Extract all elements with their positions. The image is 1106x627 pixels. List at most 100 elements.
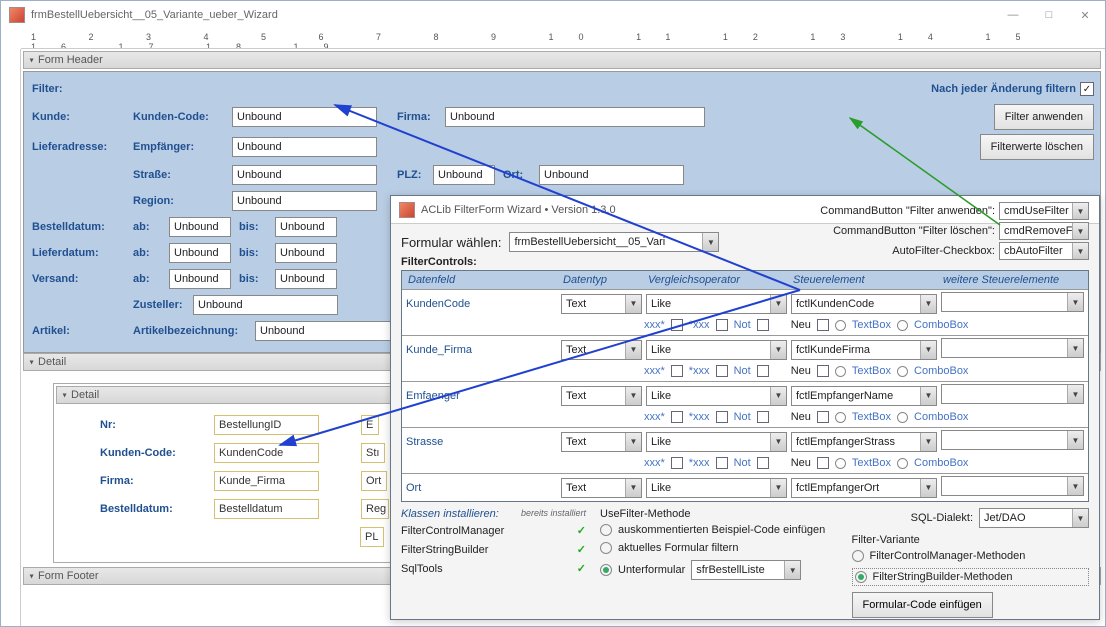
combobox-radio[interactable] <box>897 458 908 469</box>
insert-code-button[interactable]: Formular-Code einfügen <box>852 592 993 618</box>
operator-combo[interactable]: Like▼ <box>646 478 787 498</box>
usefilter-opt2-radio[interactable] <box>600 542 612 554</box>
datentyp-combo[interactable]: Text▼ <box>561 294 642 314</box>
textbox-radio[interactable] <box>835 458 846 469</box>
steuerelement-combo[interactable]: fctlKundeFirma▼ <box>791 340 937 360</box>
datentyp-combo[interactable]: Text▼ <box>561 478 642 498</box>
neu-check[interactable] <box>817 365 829 377</box>
region-label: Region: <box>131 193 226 209</box>
minimize-button[interactable]: — <box>1001 9 1025 22</box>
table-row: Text▼ Like▼ fctlEmpfangerOrt▼ ▼ <box>402 473 1088 501</box>
row-options: xxx* *xxx Not Neu TextBox ComboBox <box>402 455 1088 473</box>
datenfeld-input[interactable] <box>406 482 557 494</box>
wizard-icon <box>399 202 415 218</box>
xxx-star-check[interactable] <box>671 319 683 331</box>
cmd-usefilter-combo[interactable]: cmdUseFilter▼ <box>999 202 1089 220</box>
variant-opt2-radio[interactable] <box>855 571 867 583</box>
klasse-item: FilterStringBuilder✓ <box>401 543 586 556</box>
operator-combo[interactable]: Like▼ <box>646 294 787 314</box>
zusteller-field[interactable]: Unbound <box>193 295 338 315</box>
steuerelement-combo[interactable]: fctlEmpfangerName▼ <box>791 386 937 406</box>
operator-combo[interactable]: Like▼ <box>646 340 787 360</box>
artikelbez-field[interactable]: Unbound <box>255 321 400 341</box>
strasse-label: Straße: <box>131 167 226 183</box>
plz-label: PLZ: <box>395 167 427 183</box>
neu-check[interactable] <box>817 411 829 423</box>
weitere-combo[interactable]: ▼ <box>941 476 1084 496</box>
not-check[interactable] <box>757 365 769 377</box>
usefilter-opt1-radio[interactable] <box>600 524 612 536</box>
ort-field[interactable]: Unbound <box>539 165 684 185</box>
bestelldatum-label: Bestelldatum: <box>30 219 125 235</box>
neu-check[interactable] <box>817 457 829 469</box>
empfaenger-field[interactable]: Unbound <box>232 137 377 157</box>
star-xxx-check[interactable] <box>716 365 728 377</box>
textbox-radio[interactable] <box>835 412 846 423</box>
steuerelement-combo[interactable]: fctlEmpfangerOrt▼ <box>791 478 937 498</box>
operator-combo[interactable]: Like▼ <box>646 386 787 406</box>
star-xxx-check[interactable] <box>716 457 728 469</box>
star-xxx-check[interactable] <box>716 411 728 423</box>
main-titlebar: frmBestellUebersicht__05_Variante_ueber_… <box>1 1 1105 29</box>
neu-check[interactable] <box>817 319 829 331</box>
kundencode-field[interactable]: Unbound <box>232 107 377 127</box>
cmd-removefilter-combo[interactable]: cmdRemoveFil▼ <box>999 222 1089 240</box>
formular-waehlen-label: Formular wählen: <box>401 235 501 250</box>
operator-combo[interactable]: Like▼ <box>646 432 787 452</box>
weitere-combo[interactable]: ▼ <box>941 338 1084 358</box>
datenfeld-input[interactable] <box>406 390 557 402</box>
datenfeld-input[interactable] <box>406 344 557 356</box>
wizard-right-panel: CommandButton "Filter anwenden":cmdUseFi… <box>820 202 1089 262</box>
textbox-radio[interactable] <box>835 320 846 331</box>
kundencode-label: Kunden-Code: <box>131 109 226 125</box>
strasse-field[interactable]: Unbound <box>232 165 377 185</box>
formular-combo[interactable]: frmBestellUebersicht__05_Vari▼ <box>509 232 719 252</box>
table-header: Datenfeld Datentyp Vergleichsoperator St… <box>402 271 1088 289</box>
autofilter-combo[interactable]: cbAutoFilter▼ <box>999 242 1089 260</box>
combobox-radio[interactable] <box>897 366 908 377</box>
weitere-combo[interactable]: ▼ <box>941 430 1084 450</box>
star-xxx-check[interactable] <box>716 319 728 331</box>
xxx-star-check[interactable] <box>671 457 683 469</box>
usefilter-opt3-radio[interactable] <box>600 564 612 576</box>
datentyp-combo[interactable]: Text▼ <box>561 386 642 406</box>
xxx-star-check[interactable] <box>671 365 683 377</box>
row-options: xxx* *xxx Not Neu TextBox ComboBox <box>402 363 1088 381</box>
datentyp-combo[interactable]: Text▼ <box>561 432 642 452</box>
form-icon <box>9 7 25 23</box>
steuerelement-combo[interactable]: fctlKundenCode▼ <box>791 294 937 314</box>
firma-label: Firma: <box>395 109 439 125</box>
check-icon: ✓ <box>577 543 586 556</box>
klasse-item: FilterControlManager✓ <box>401 524 586 537</box>
steuerelement-combo[interactable]: fctlEmpfangerStrass▼ <box>791 432 937 452</box>
unterformular-combo[interactable]: sfrBestellListe▼ <box>691 560 801 580</box>
table-row: Text▼ Like▼ fctlKundenCode▼ ▼ xxx* *xxx … <box>402 289 1088 335</box>
combobox-radio[interactable] <box>897 412 908 423</box>
datenfeld-input[interactable] <box>406 436 557 448</box>
combobox-radio[interactable] <box>897 320 908 331</box>
autofilter-checkbox[interactable]: ✓ <box>1080 82 1094 96</box>
apply-filter-button[interactable]: Filter anwenden <box>994 104 1094 130</box>
artikel-label: Artikel: <box>30 323 125 339</box>
region-field[interactable]: Unbound <box>232 191 377 211</box>
variant-opt1-radio[interactable] <box>852 550 864 562</box>
maximize-button[interactable]: □ <box>1037 9 1061 22</box>
not-check[interactable] <box>757 457 769 469</box>
weitere-combo[interactable]: ▼ <box>941 292 1084 312</box>
xxx-star-check[interactable] <box>671 411 683 423</box>
wizard-window: ACLib FilterForm Wizard • Version 1.3.0 … <box>390 195 1100 620</box>
datentyp-combo[interactable]: Text▼ <box>561 340 642 360</box>
close-button[interactable]: ✕ <box>1073 9 1097 22</box>
datenfeld-input[interactable] <box>406 298 557 310</box>
not-check[interactable] <box>757 319 769 331</box>
section-form-header[interactable]: Form Header <box>23 51 1101 69</box>
textbox-radio[interactable] <box>835 366 846 377</box>
plz-field[interactable]: Unbound <box>433 165 495 185</box>
weitere-combo[interactable]: ▼ <box>941 384 1084 404</box>
table-row: Text▼ Like▼ fctlKundeFirma▼ ▼ xxx* *xxx … <box>402 335 1088 381</box>
row-options: xxx* *xxx Not Neu TextBox ComboBox <box>402 317 1088 335</box>
not-check[interactable] <box>757 411 769 423</box>
firma-field[interactable]: Unbound <box>445 107 705 127</box>
clear-filter-button[interactable]: Filterwerte löschen <box>980 134 1094 160</box>
sql-dialekt-combo[interactable]: Jet/DAO▼ <box>979 508 1089 528</box>
